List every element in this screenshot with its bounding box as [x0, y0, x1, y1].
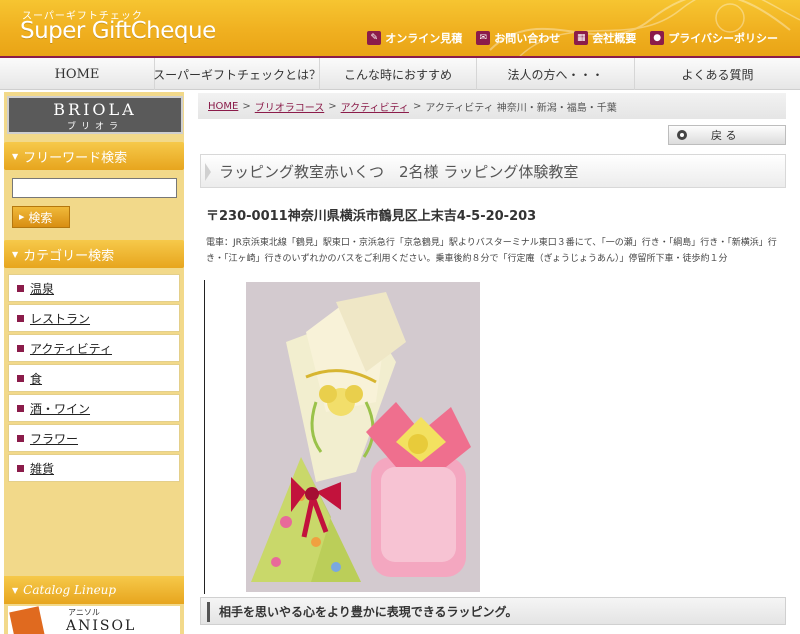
- category-label: レストラン: [30, 311, 91, 326]
- catalog-item-kana: アニソル: [68, 608, 100, 617]
- brand-banner[interactable]: BRIOLA ブリオラ: [7, 96, 183, 134]
- global-nav: HOME スーパーギフトチェックとは？ こんな時におすすめ 法人の方へ・・・ よ…: [0, 58, 800, 90]
- company-link[interactable]: ▦ 会社概要: [574, 30, 636, 46]
- category-label: 温泉: [30, 281, 55, 296]
- catalog-heading: ▼ Catalog Lineup: [4, 576, 184, 604]
- contact-link[interactable]: ✉ お問い合わせ: [476, 30, 560, 46]
- section-subheading-text: 相手を思いやる心をより豊かに表現できるラッピング。: [219, 604, 518, 619]
- circle-bullet-icon: [677, 130, 687, 140]
- category-heading: ▼ カテゴリー検索: [4, 240, 184, 268]
- bullet-icon: [17, 344, 24, 352]
- catalog-item-name: ANISOL: [66, 618, 137, 634]
- breadcrumb-course[interactable]: ブリオラコース: [255, 99, 325, 114]
- search-input[interactable]: [12, 178, 177, 198]
- section-subheading: 相手を思いやる心をより豊かに表現できるラッピング。: [200, 597, 786, 625]
- brand-name: BRIOLA: [53, 100, 137, 119]
- search-button[interactable]: ▶ 検索: [12, 206, 70, 228]
- breadcrumb-home[interactable]: HOME: [208, 101, 238, 112]
- decorative-swirl: [489, 0, 800, 56]
- access-info: 電車：JR京浜東北線「鶴見」駅東口・京浜急行「京急鶴見」駅よりバスターミナル東口…: [206, 238, 777, 264]
- back-button[interactable]: 戻 る: [668, 125, 786, 145]
- bullet-icon: [17, 374, 24, 382]
- bullet-icon: [17, 464, 24, 472]
- category-item-onsen[interactable]: 温泉: [8, 274, 180, 302]
- category-label: フラワー: [30, 431, 79, 446]
- nav-recommend[interactable]: こんな時におすすめ: [320, 58, 477, 90]
- contact-label: お問い合わせ: [494, 32, 561, 45]
- building-icon: ▦: [574, 31, 589, 45]
- category-title: カテゴリー検索: [23, 248, 115, 264]
- category-label: アクティビティ: [30, 341, 112, 356]
- category-label: 雑貨: [30, 461, 55, 476]
- site-logo[interactable]: Super GiftCheque: [20, 18, 216, 44]
- freeword-title: フリーワード検索: [23, 150, 128, 166]
- catalog-item-anisol[interactable]: アニソル ANISOL: [8, 606, 180, 634]
- page-title-text: ラッピング教室赤いくつ 2名様 ラッピング体験教室: [219, 162, 579, 181]
- category-label: 食: [30, 371, 43, 386]
- nav-faq[interactable]: よくある質問: [635, 58, 800, 90]
- triangle-right-icon: ▶: [19, 213, 25, 221]
- breadcrumb-separator: >: [412, 100, 422, 112]
- category-item-food[interactable]: 食: [8, 364, 180, 392]
- breadcrumb-current: アクティビティ 神奈川・新潟・福島・千葉: [425, 102, 617, 114]
- privacy-label: プライバシーポリシー: [668, 32, 778, 45]
- online-quote-label: オンライン見積: [385, 32, 463, 45]
- bullet-icon: [17, 314, 24, 322]
- breadcrumb-separator: >: [328, 100, 337, 112]
- wrapped-gifts-image: [246, 282, 480, 592]
- address: 〒230-0011神奈川県横浜市鶴見区上末吉4-5-20-203: [206, 209, 537, 224]
- catalog-title: Catalog Lineup: [23, 583, 117, 597]
- privacy-link[interactable]: ● プライバシーポリシー: [650, 30, 778, 46]
- nav-about[interactable]: スーパーギフトチェックとは？: [153, 58, 321, 90]
- nav-home[interactable]: HOME: [0, 58, 155, 90]
- company-label: 会社概要: [592, 32, 637, 45]
- product-photo: [246, 282, 480, 592]
- category-list: 温泉 レストラン アクティビティ 食 酒・ワイン フラワー 雑貨: [8, 274, 180, 484]
- freeword-heading: ▼ フリーワード検索: [4, 142, 184, 170]
- breadcrumb-separator: >: [242, 100, 251, 112]
- category-item-wine[interactable]: 酒・ワイン: [8, 394, 180, 422]
- bullet-icon: [17, 434, 24, 442]
- category-item-restaurant[interactable]: レストラン: [8, 304, 180, 332]
- catalog-book-image: [9, 606, 45, 634]
- mail-icon: ✉: [476, 31, 491, 45]
- category-item-activity[interactable]: アクティビティ: [8, 334, 180, 362]
- bullet-icon: [17, 284, 24, 292]
- triangle-down-icon: ▼: [12, 249, 19, 259]
- triangle-down-icon: ▼: [12, 585, 19, 595]
- sidebar: BRIOLA ブリオラ ▼ フリーワード検索 ▶ 検索 ▼ カテゴリー検索 温泉…: [4, 92, 184, 634]
- header-links: ✎ オンライン見積 ✉ お問い合わせ ▦ 会社概要 ● プライバシーポリシー: [367, 30, 778, 46]
- page-title: ラッピング教室赤いくつ 2名様 ラッピング体験教室: [200, 154, 786, 188]
- pencil-icon: ✎: [367, 31, 382, 45]
- site-header: スーパーギフトチェック Super GiftCheque ✎ オンライン見積 ✉…: [0, 0, 800, 58]
- triangle-down-icon: ▼: [12, 151, 19, 161]
- content-divider: [204, 280, 205, 594]
- category-label: 酒・ワイン: [30, 401, 91, 416]
- bullet-icon: [17, 404, 24, 412]
- lock-icon: ●: [650, 31, 665, 45]
- brand-kana: ブリオラ: [66, 122, 123, 132]
- online-quote-link[interactable]: ✎ オンライン見積: [367, 30, 462, 46]
- breadcrumb-activity[interactable]: アクティビティ: [341, 99, 409, 114]
- search-button-label: 検索: [28, 210, 53, 225]
- breadcrumb: HOME > ブリオラコース > アクティビティ > アクティビティ 神奈川・新…: [198, 93, 786, 119]
- nav-corporate[interactable]: 法人の方へ・・・: [477, 58, 635, 90]
- category-item-flower[interactable]: フラワー: [8, 424, 180, 452]
- back-button-label: 戻 る: [711, 129, 737, 142]
- category-item-goods[interactable]: 雑貨: [8, 454, 180, 482]
